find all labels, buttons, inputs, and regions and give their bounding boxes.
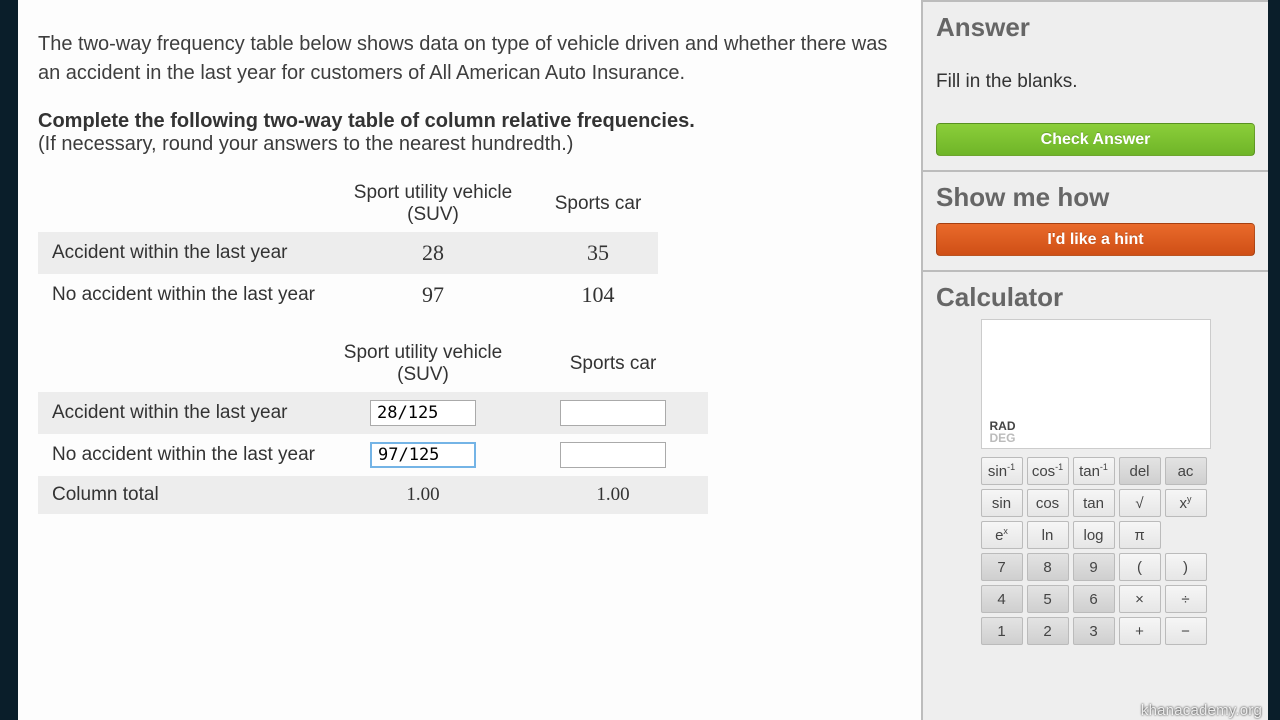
- t1-r2c1: 97: [328, 274, 538, 316]
- calc-btn-ac[interactable]: ac: [1165, 457, 1207, 485]
- calc-btn-x[interactable]: xy: [1165, 489, 1207, 517]
- calc-btn-[interactable]: ): [1165, 553, 1207, 581]
- answer-panel: Answer Fill in the blanks. Check Answer: [923, 0, 1268, 172]
- calc-btn-[interactable]: √: [1119, 489, 1161, 517]
- t1-r1c2: 35: [538, 232, 658, 274]
- calc-btn-sin[interactable]: sin: [981, 489, 1023, 517]
- t2-row1-label: Accident within the last year: [38, 392, 328, 434]
- instruction-bold: Complete the following two-way table of …: [38, 110, 695, 132]
- calc-btn-2[interactable]: 2: [1027, 617, 1069, 645]
- relative-frequency-table: Sport utility vehicle (SUV) Sports car A…: [38, 334, 708, 514]
- t2-col2-header: Sports car: [518, 334, 708, 392]
- watermark: khanacademy.org: [1141, 702, 1262, 719]
- hint-title: Show me how: [936, 182, 1255, 213]
- t1-row1-label: Accident within the last year: [38, 232, 328, 274]
- t1-col2-header: Sports car: [538, 174, 658, 232]
- problem-intro: The two-way frequency table below shows …: [38, 30, 891, 88]
- check-answer-button[interactable]: Check Answer: [936, 123, 1255, 156]
- t2-row2-label: No accident within the last year: [38, 434, 328, 476]
- calc-btn-[interactable]: −: [1165, 617, 1207, 645]
- t2-r3c1: 1.00: [328, 476, 518, 514]
- calc-btn-[interactable]: π: [1119, 521, 1161, 549]
- calculator-display: RAD DEG: [981, 319, 1211, 449]
- input-r2c1[interactable]: [370, 442, 476, 468]
- mode-deg: DEG: [990, 432, 1016, 444]
- calc-btn-e[interactable]: ex: [981, 521, 1023, 549]
- sidebar: Answer Fill in the blanks. Check Answer …: [921, 0, 1268, 720]
- calc-btn-[interactable]: ÷: [1165, 585, 1207, 613]
- input-r2c2[interactable]: [560, 442, 666, 468]
- calculator-panel: Calculator RAD DEG sin-1cos-1tan-1delacs…: [923, 272, 1268, 645]
- instruction-note: (If necessary, round your answers to the…: [38, 133, 573, 155]
- calc-btn-log[interactable]: log: [1073, 521, 1115, 549]
- calc-btn-[interactable]: +: [1119, 617, 1161, 645]
- hint-panel: Show me how I'd like a hint: [923, 172, 1268, 272]
- calc-btn-[interactable]: (: [1119, 553, 1161, 581]
- calc-btn-tan[interactable]: tan: [1073, 489, 1115, 517]
- calc-btn-ln[interactable]: ln: [1027, 521, 1069, 549]
- t2-r3c2: 1.00: [518, 476, 708, 514]
- calc-btn-3[interactable]: 3: [1073, 617, 1115, 645]
- calc-btn-cos[interactable]: cos: [1027, 489, 1069, 517]
- calc-btn-sin[interactable]: sin-1: [981, 457, 1023, 485]
- calc-btn-6[interactable]: 6: [1073, 585, 1115, 613]
- hint-button[interactable]: I'd like a hint: [936, 223, 1255, 256]
- calc-btn-8[interactable]: 8: [1027, 553, 1069, 581]
- calc-btn-del[interactable]: del: [1119, 457, 1161, 485]
- input-r1c1[interactable]: [370, 400, 476, 426]
- calc-btn-[interactable]: ×: [1119, 585, 1161, 613]
- calc-btn-cos[interactable]: cos-1: [1027, 457, 1069, 485]
- t2-col1-header: Sport utility vehicle (SUV): [328, 334, 518, 392]
- input-r1c2[interactable]: [560, 400, 666, 426]
- t1-r1c1: 28: [328, 232, 538, 274]
- calc-btn-5[interactable]: 5: [1027, 585, 1069, 613]
- t1-col1-header: Sport utility vehicle (SUV): [328, 174, 538, 232]
- calc-btn-7[interactable]: 7: [981, 553, 1023, 581]
- calculator-keypad: sin-1cos-1tan-1delac sincostan√xy exlnlogπ…: [981, 457, 1211, 645]
- t2-row3-label: Column total: [38, 476, 328, 514]
- calc-btn-4[interactable]: 4: [981, 585, 1023, 613]
- calc-mode-indicator: RAD DEG: [990, 420, 1016, 444]
- frequency-table: Sport utility vehicle (SUV) Sports car A…: [38, 174, 658, 316]
- t1-row2-label: No accident within the last year: [38, 274, 328, 316]
- problem-instruction: Complete the following two-way table of …: [38, 110, 891, 156]
- calc-btn-tan[interactable]: tan-1: [1073, 457, 1115, 485]
- t1-r2c2: 104: [538, 274, 658, 316]
- calc-btn-9[interactable]: 9: [1073, 553, 1115, 581]
- calculator-title: Calculator: [936, 282, 1255, 313]
- answer-title: Answer: [936, 12, 1255, 43]
- answer-instruction: Fill in the blanks.: [936, 71, 1255, 93]
- calc-btn-1[interactable]: 1: [981, 617, 1023, 645]
